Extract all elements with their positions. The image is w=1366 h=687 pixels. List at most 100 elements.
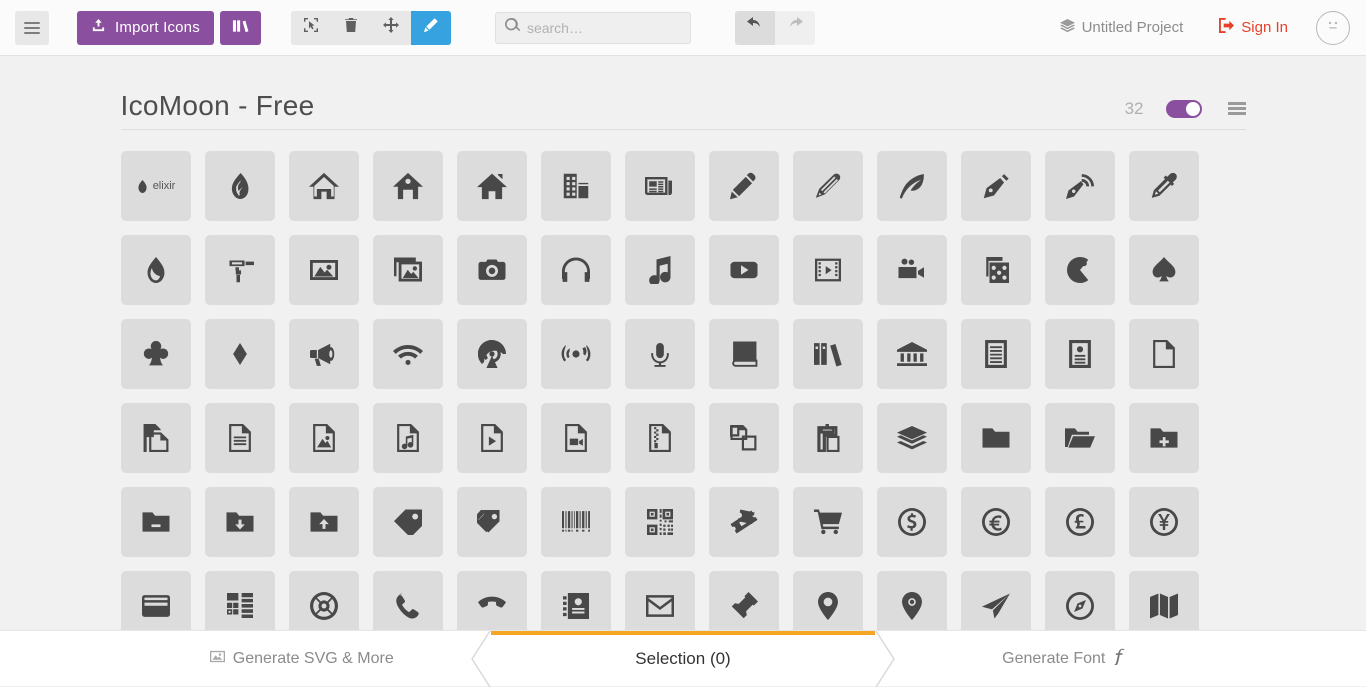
icon-cell-folder-upload[interactable] [289, 487, 359, 557]
icon-cell-file-empty[interactable] [1129, 319, 1199, 389]
pencil-icon [730, 172, 758, 200]
icon-cell-clubs[interactable] [121, 319, 191, 389]
icon-cell-coin-dollar[interactable] [877, 487, 947, 557]
generate-font-tab[interactable]: Generate Font [875, 631, 1246, 687]
icon-cell-camera[interactable] [457, 235, 527, 305]
calculator-icon [227, 593, 253, 619]
icon-cell-paste-clipboard[interactable] [793, 403, 863, 473]
tool-group [291, 11, 451, 45]
icon-cell-broadcast-tower[interactable] [457, 319, 527, 389]
select-all-toggle[interactable] [1166, 100, 1202, 118]
icon-cell-reader[interactable] [961, 319, 1031, 389]
icon-cell-images[interactable] [373, 235, 443, 305]
icon-cell-home-filled[interactable] [457, 151, 527, 221]
edit-tool-button[interactable] [411, 11, 451, 45]
layers-icon [1060, 18, 1082, 37]
barcode-icon [562, 511, 590, 533]
library-icon [897, 341, 927, 367]
icon-cell-music-note[interactable] [625, 235, 695, 305]
icon-cell-play-video[interactable] [709, 235, 779, 305]
icon-cell-headphones[interactable] [541, 235, 611, 305]
icon-cell-library[interactable] [877, 319, 947, 389]
icon-cell-pencil[interactable] [709, 151, 779, 221]
icon-cell-file-music[interactable] [373, 403, 443, 473]
icon-cell-paint-roller[interactable] [205, 235, 275, 305]
icon-cell-newspaper[interactable] [625, 151, 695, 221]
icon-cell-pen-nib[interactable] [961, 151, 1031, 221]
icon-cell-spade[interactable] [1129, 235, 1199, 305]
icon-cell-folder-download[interactable] [205, 487, 275, 557]
icon-cell-book[interactable] [709, 319, 779, 389]
camera-icon [478, 258, 506, 282]
icon-cell-books[interactable] [793, 319, 863, 389]
icon-cell-pen-stroke[interactable] [793, 151, 863, 221]
icon-cell-video-camera[interactable] [877, 235, 947, 305]
redo-button[interactable] [775, 11, 815, 45]
icon-cell-file-zip[interactable] [625, 403, 695, 473]
import-icons-button[interactable]: Import Icons [77, 11, 214, 45]
icon-cell-wifi[interactable] [373, 319, 443, 389]
search-box[interactable] [495, 12, 691, 44]
icon-cell-file-text[interactable] [205, 403, 275, 473]
spade-icon [1151, 256, 1177, 284]
icon-cell-film-strip[interactable] [793, 235, 863, 305]
copy-files-icon [730, 425, 758, 451]
icon-cell-diamond[interactable] [205, 319, 275, 389]
icon-cell-pacman[interactable] [1045, 235, 1115, 305]
icon-cell-coin-euro[interactable] [961, 487, 1031, 557]
selection-tab[interactable]: Selection (0) [491, 631, 875, 687]
icon-cell-coin-pound[interactable] [1045, 487, 1115, 557]
icon-cell-file-picture[interactable] [289, 403, 359, 473]
icon-cell-copy-files[interactable] [709, 403, 779, 473]
icon-cell-pen-nib-wireless[interactable] [1045, 151, 1115, 221]
icon-cell-folder[interactable] [961, 403, 1031, 473]
select-tool-button[interactable] [291, 11, 331, 45]
icon-cell-profile-card[interactable] [1045, 319, 1115, 389]
icon-library-button[interactable] [220, 11, 261, 45]
sign-in-button[interactable]: Sign In [1219, 18, 1288, 37]
project-button[interactable]: Untitled Project [1060, 18, 1184, 37]
icon-cell-price-tags[interactable] [457, 487, 527, 557]
icon-cell-barcode[interactable] [541, 487, 611, 557]
icon-cell-elixir-logo[interactable]: elixir [121, 151, 191, 221]
delete-tool-button[interactable] [331, 11, 371, 45]
icon-cell-file-video[interactable] [541, 403, 611, 473]
pen-nib-wireless-icon [1066, 172, 1094, 200]
move-tool-button[interactable] [371, 11, 411, 45]
icon-cell-files-empty[interactable] [121, 403, 191, 473]
icon-cell-ticket[interactable] [709, 487, 779, 557]
icon-cell-qrcode[interactable] [625, 487, 695, 557]
reader-icon [983, 340, 1009, 368]
icon-cell-coin-yen[interactable] [1129, 487, 1199, 557]
bullhorn-icon [310, 341, 338, 367]
icon-cell-stack-layers[interactable] [877, 403, 947, 473]
icon-cell-podcast-signal[interactable] [541, 319, 611, 389]
icon-cell-home-outline[interactable] [289, 151, 359, 221]
icon-cell-folder-minus[interactable] [121, 487, 191, 557]
icon-cell-shopping-cart[interactable] [793, 487, 863, 557]
icon-cell-file-play[interactable] [457, 403, 527, 473]
lifebuoy-icon [310, 592, 338, 620]
icon-cell-microphone[interactable] [625, 319, 695, 389]
icon-cell-home-solid[interactable] [373, 151, 443, 221]
icon-set-area: IcoMoon - Free 32 elixir [0, 57, 1366, 686]
icon-cell-elixir-droplet[interactable] [205, 151, 275, 221]
icon-cell-bullhorn[interactable] [289, 319, 359, 389]
generate-svg-tab[interactable]: Generate SVG & More [121, 631, 492, 687]
hamburger-menu-button[interactable] [15, 11, 49, 45]
elixir-label: elixir [153, 180, 176, 192]
undo-button[interactable] [735, 11, 775, 45]
icon-cell-folder-plus[interactable] [1129, 403, 1199, 473]
avatar[interactable] [1316, 11, 1350, 45]
icon-cell-droplet[interactable] [121, 235, 191, 305]
icon-cell-image[interactable] [289, 235, 359, 305]
icon-set-menu-button[interactable] [1228, 100, 1246, 117]
search-input[interactable] [527, 20, 677, 36]
icon-cell-eyedropper[interactable] [1129, 151, 1199, 221]
icon-cell-folder-open[interactable] [1045, 403, 1115, 473]
pen-stroke-icon [814, 172, 842, 200]
icon-cell-quill[interactable] [877, 151, 947, 221]
icon-cell-office-building[interactable] [541, 151, 611, 221]
icon-cell-dice[interactable] [961, 235, 1031, 305]
icon-cell-price-tag[interactable] [373, 487, 443, 557]
